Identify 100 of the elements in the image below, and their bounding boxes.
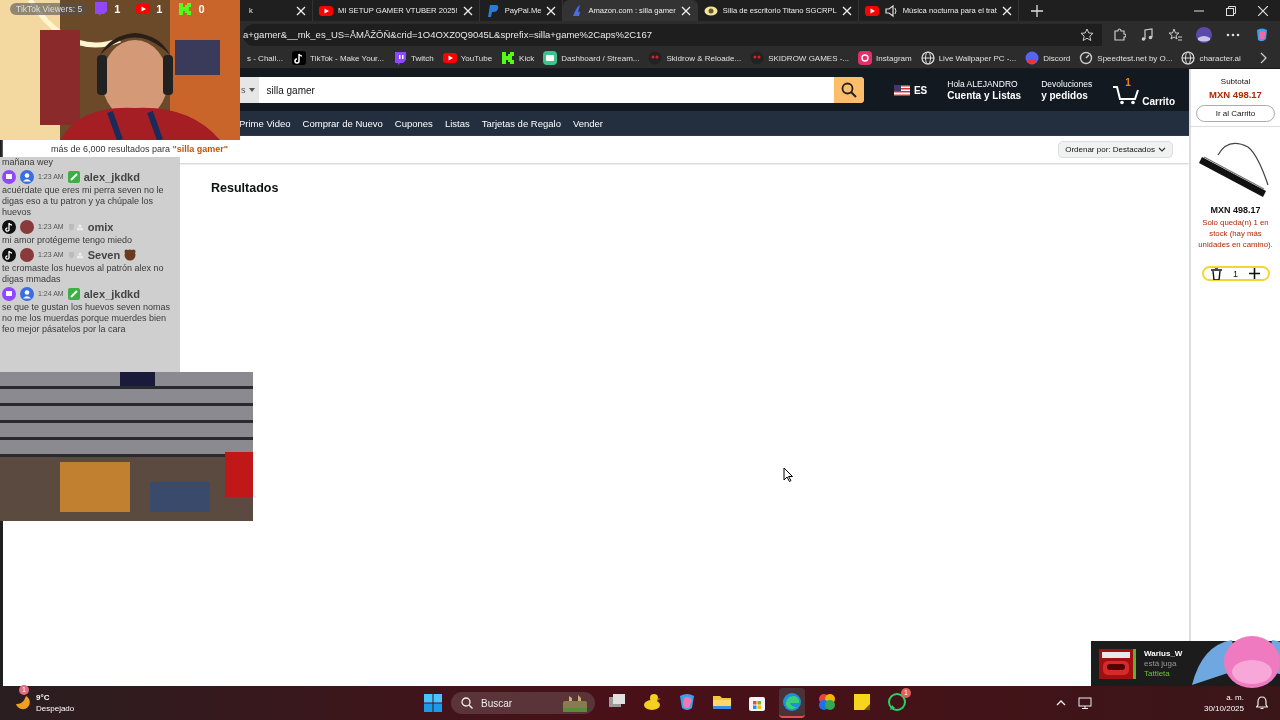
bookmark[interactable]: YouTube — [442, 51, 493, 65]
site-icon — [485, 3, 500, 18]
viewer-count: 1 — [114, 3, 121, 15]
results-count: más de 6,000 resultados para "silla gamer" — [51, 144, 229, 154]
quantity-stepper[interactable]: 1 — [1201, 266, 1270, 281]
search-field[interactable]: s silla gamer — [239, 77, 864, 103]
nav-link[interactable]: Cupones — [394, 118, 433, 129]
nav-link[interactable]: Tarjetas de Regalo — [481, 118, 561, 129]
viewer-count: 1 — [156, 3, 163, 15]
site-icon — [543, 51, 558, 65]
orders-link[interactable]: y pedidos — [1041, 90, 1093, 101]
go-to-cart-button[interactable]: Ir al Carrito — [1196, 105, 1275, 122]
search-icon — [461, 697, 473, 709]
address-bar[interactable]: a+gamer&__mk_es_US=ÅMÅŽÕÑ&crid=1O4OXZ0Q9045L&sprefix=silla+game%2Caps%2C167 — [243, 23, 1102, 46]
bookmark[interactable]: TikTok - Make Your... — [292, 51, 384, 65]
cart-button[interactable]: 1 Carrito — [1112, 73, 1175, 107]
avatar-icon[interactable] — [1196, 26, 1212, 43]
returns-link[interactable]: Devoluciones — [1041, 79, 1093, 90]
new-tab-icon[interactable] — [1030, 4, 1043, 17]
search-bar[interactable]: Buscar — [451, 692, 595, 714]
category-dropdown[interactable]: s — [239, 77, 259, 103]
chat-bubble-icon — [393, 51, 407, 65]
bookmark[interactable]: SKIDROW GAMES -... — [750, 51, 850, 65]
close-icon[interactable] — [680, 5, 691, 16]
music-note-icon — [2, 219, 16, 234]
star-icon[interactable] — [1080, 27, 1094, 42]
bookmark[interactable]: Skidrow & Reloade... — [648, 51, 742, 65]
search-input[interactable]: Buscar — [479, 696, 555, 710]
skull-icon — [750, 51, 765, 65]
nav-link[interactable]: Prime Video — [239, 118, 291, 129]
globe-icon — [920, 51, 935, 65]
close-icon[interactable] — [1001, 5, 1012, 16]
chat-bubble-icon — [887, 692, 907, 712]
item-price: MXN 498.17 — [1210, 205, 1261, 215]
close-icon[interactable] — [1258, 5, 1268, 16]
chevron-up-icon[interactable] — [1055, 700, 1066, 706]
nav-link[interactable]: Listas — [444, 118, 470, 129]
gauge-icon — [1079, 51, 1094, 65]
bookmark[interactable]: Live Wallpaper PC -... — [920, 51, 1017, 65]
chevron-down-icon — [1158, 147, 1166, 152]
site-icon — [1025, 51, 1040, 65]
taskbar-app[interactable] — [779, 688, 805, 718]
subtotal-amount: MXN 498.17 — [1209, 89, 1262, 100]
globe-icon — [1181, 51, 1196, 65]
close-icon[interactable] — [841, 5, 852, 16]
viewer-count: 0 — [198, 3, 205, 15]
close-icon[interactable] — [462, 5, 473, 16]
bookmark[interactable]: Dashboard / Stream... — [543, 51, 640, 65]
play-icon — [864, 3, 879, 18]
site-icon — [178, 2, 193, 16]
music-note-icon — [2, 247, 16, 262]
plus-icon[interactable] — [1249, 268, 1261, 279]
play-icon — [136, 2, 151, 16]
account-greeting[interactable]: Hola ALEJANDRO — [947, 79, 1022, 90]
close-icon[interactable] — [546, 5, 557, 16]
trash-icon[interactable] — [1210, 267, 1222, 280]
chat-message: mi amor protégeme tengo miedo — [2, 235, 134, 246]
chat-username: alex_jkdkd — [83, 287, 140, 300]
photos-icon — [817, 692, 837, 712]
site-icon — [501, 51, 516, 65]
bookmark[interactable]: Discord — [1025, 51, 1071, 65]
nav-link[interactable]: Comprar de Nuevo — [302, 118, 383, 129]
bookmark[interactable]: Twitch — [393, 51, 434, 65]
chat-username: Seven — [87, 248, 121, 261]
bookmark[interactable]: Speedtest.net by O... — [1079, 51, 1173, 65]
favorites-icon[interactable] — [1168, 27, 1182, 42]
weather-condition: Despejado — [36, 703, 75, 714]
nav-link[interactable]: Vender — [572, 118, 604, 129]
search-button[interactable] — [833, 77, 864, 103]
maximize-icon[interactable] — [1226, 5, 1236, 16]
notification-text: está juga — [1144, 658, 1178, 669]
bell-icon[interactable] — [1256, 696, 1268, 710]
monitor-icon[interactable] — [1077, 697, 1092, 709]
bookmark[interactable]: character.ai — [1181, 51, 1241, 65]
more-icon[interactable] — [1226, 32, 1240, 37]
duck-icon — [642, 692, 662, 712]
music-icon[interactable] — [1140, 27, 1154, 42]
bookmark[interactable]: Instagram — [858, 51, 912, 65]
chat-bubble-icon — [2, 286, 16, 301]
puzzle-icon[interactable] — [1112, 27, 1126, 42]
windows-icon[interactable] — [424, 694, 442, 712]
clock[interactable]: a. m. 30/10/2025 — [1203, 692, 1244, 714]
chat-bubble-icon — [94, 2, 109, 16]
close-icon[interactable] — [296, 5, 306, 16]
bookmark[interactable]: Kick — [501, 51, 535, 65]
language-selector[interactable]: ES — [893, 84, 928, 96]
site-icon — [292, 51, 306, 65]
avatar-icon — [20, 247, 34, 262]
notification-game: Tattleta — [1144, 668, 1171, 679]
moon-icon — [14, 694, 30, 710]
bookmark[interactable]: s - Chall... — [247, 53, 283, 63]
sort-dropdown[interactable]: Ordenar por: Destacados — [1058, 141, 1173, 158]
search-icon — [840, 82, 857, 98]
avatar-icon — [20, 286, 34, 301]
avatar-icon — [20, 169, 34, 184]
viewer-count: TikTok Viewers: 5 — [10, 3, 89, 15]
chevron-right-icon[interactable] — [1260, 52, 1268, 64]
caret-icon — [248, 88, 255, 92]
notification-title: Warius_W — [1144, 648, 1183, 659]
account-link[interactable]: Cuenta y Listas — [947, 90, 1022, 101]
